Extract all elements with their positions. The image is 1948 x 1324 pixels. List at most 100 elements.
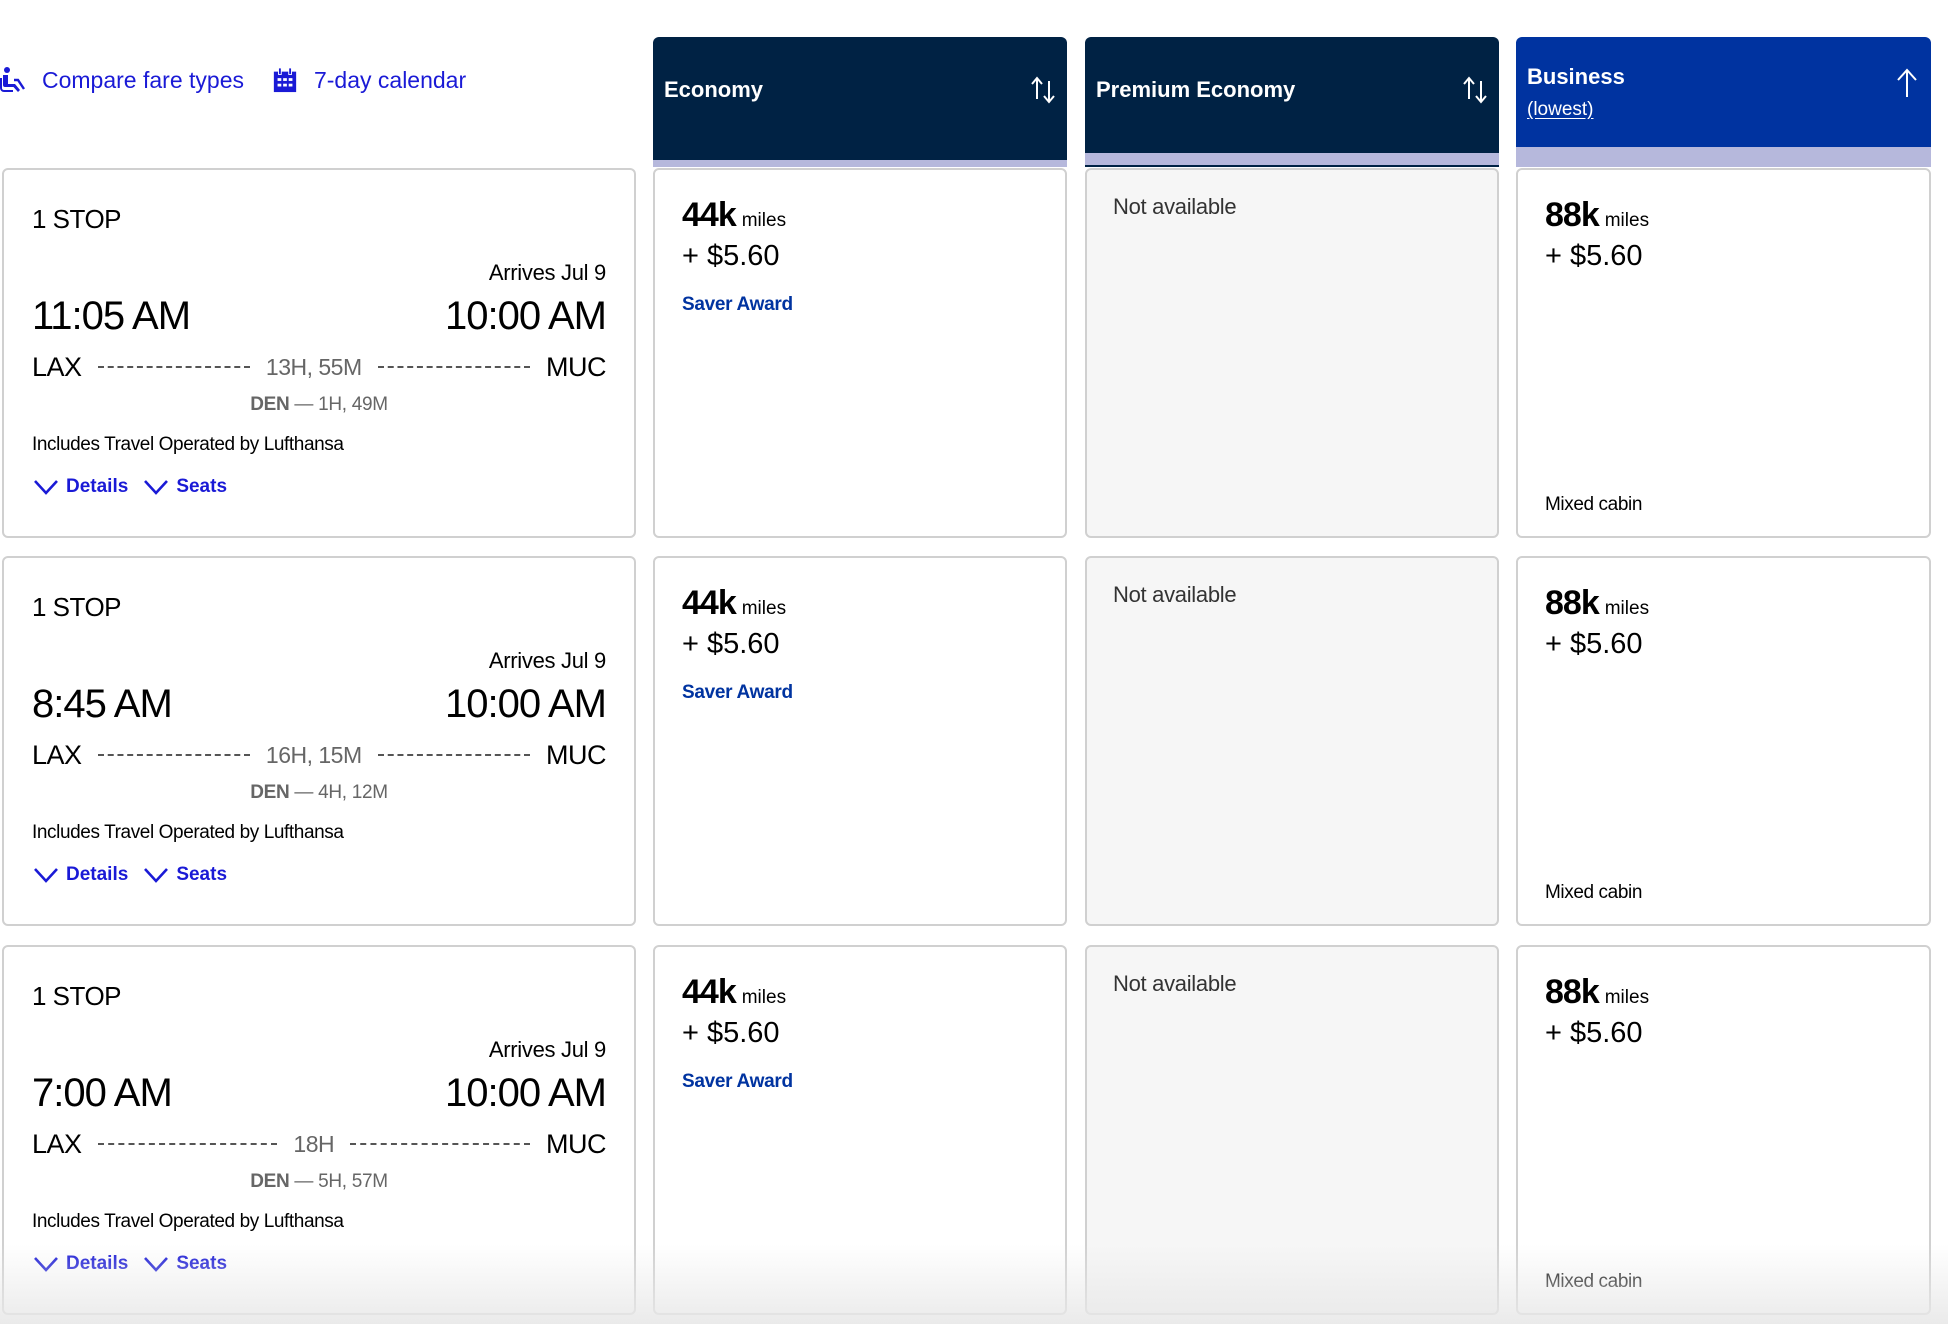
chevron-down-icon xyxy=(34,480,58,495)
sort-both-icon[interactable] xyxy=(1029,73,1057,107)
fare-cell-economy[interactable]: 44k miles + $5.60 Saver Award xyxy=(653,556,1067,926)
compare-fare-types-label: Compare fare types xyxy=(42,66,244,93)
flight-row: 1 STOP Arrives Jul 9 8:45 AM 10:00 AM LA… xyxy=(0,556,1948,926)
arrival-time: 10:00 AM xyxy=(444,682,607,726)
fare-taxes: + $5.60 xyxy=(682,1017,780,1049)
header-band xyxy=(1516,147,1931,167)
miles-unit: miles xyxy=(1604,210,1650,231)
seats-label: Seats xyxy=(176,1253,228,1274)
header-body: Premium Economy xyxy=(1085,37,1499,153)
departure-time: 8:45 AM xyxy=(32,682,173,726)
destination-airport: MUC xyxy=(546,1128,607,1159)
column-title: Business xyxy=(1527,64,1625,89)
arrival-time: 10:00 AM xyxy=(444,1071,607,1115)
flight-duration: 16H, 15M xyxy=(265,741,362,768)
header-body: Economy xyxy=(653,37,1067,160)
layover-airport: DEN xyxy=(250,394,290,415)
origin-airport: LAX xyxy=(32,351,82,382)
miles-amount: 88k xyxy=(1545,584,1600,622)
seven-day-calendar-link[interactable]: 7-day calendar xyxy=(272,66,466,94)
layover-info: DEN — 5H, 57M xyxy=(4,1171,634,1193)
fare-cell-business[interactable]: 88k miles + $5.60 Mixed cabin xyxy=(1516,168,1931,538)
fare-miles: 88k miles xyxy=(1545,973,1649,1012)
saver-award-label: Saver Award xyxy=(682,294,793,315)
mixed-cabin-note: Mixed cabin xyxy=(1545,1271,1642,1292)
fare-cell-economy[interactable]: 44k miles + $5.60 Saver Award xyxy=(653,168,1067,538)
fare-miles: 88k miles xyxy=(1545,584,1649,623)
route-line: LAX 13H, 55M MUC xyxy=(32,350,607,384)
not-available-label: Not available xyxy=(1113,582,1237,607)
details-toggle[interactable]: Details xyxy=(32,1253,128,1275)
column-header-business[interactable]: Business (lowest) xyxy=(1516,37,1931,167)
miles-amount: 44k xyxy=(682,584,737,622)
column-title: Economy xyxy=(664,77,764,102)
destination-airport: MUC xyxy=(546,739,607,770)
layover-info: DEN — 4H, 12M xyxy=(4,782,634,804)
layover-airport: DEN xyxy=(250,1171,290,1192)
fare-taxes: + $5.60 xyxy=(1545,628,1643,660)
mixed-cabin-note: Mixed cabin xyxy=(1545,494,1642,515)
fare-miles: 44k miles xyxy=(682,584,786,623)
miles-amount: 44k xyxy=(682,973,737,1011)
departure-time: 7:00 AM xyxy=(32,1071,173,1115)
card-actions: Details Seats xyxy=(32,864,227,886)
sort-both-icon[interactable] xyxy=(1461,73,1489,107)
fare-cell-premium-economy: Not available xyxy=(1085,168,1499,538)
flight-duration: 13H, 55M xyxy=(265,353,362,380)
flight-card: 1 STOP Arrives Jul 9 8:45 AM 10:00 AM LA… xyxy=(2,556,636,926)
stops-label: 1 STOP xyxy=(32,204,122,234)
fare-cell-business[interactable]: 88k miles + $5.60 Mixed cabin xyxy=(1516,945,1931,1315)
chevron-down-icon xyxy=(144,868,169,883)
mixed-cabin-note: Mixed cabin xyxy=(1545,882,1642,903)
layover-info: DEN — 1H, 49M xyxy=(4,394,634,416)
route-dash xyxy=(377,754,531,756)
flight-card: 1 STOP Arrives Jul 9 11:05 AM 10:00 AM L… xyxy=(2,168,636,538)
chevron-down-icon xyxy=(34,1257,58,1272)
destination-airport: MUC xyxy=(546,351,607,382)
seats-label: Seats xyxy=(176,476,228,497)
lowest-link[interactable]: (lowest) xyxy=(1527,99,1594,121)
operated-by: Includes Travel Operated by Lufthansa xyxy=(32,822,344,843)
arrival-date: Arrives Jul 9 xyxy=(488,648,606,673)
seven-day-calendar-label: 7-day calendar xyxy=(313,66,467,93)
flight-card: 1 STOP Arrives Jul 9 7:00 AM 10:00 AM LA… xyxy=(2,945,636,1315)
details-toggle[interactable]: Details xyxy=(32,864,128,886)
layover-duration: — 1H, 49M xyxy=(294,394,388,415)
fare-taxes: + $5.60 xyxy=(682,240,780,272)
saver-award-label: Saver Award xyxy=(682,1071,793,1092)
miles-unit: miles xyxy=(1604,598,1650,619)
not-available-label: Not available xyxy=(1113,194,1237,219)
chevron-down-icon xyxy=(144,480,169,495)
miles-amount: 88k xyxy=(1545,196,1600,234)
arrival-date: Arrives Jul 9 xyxy=(488,1037,606,1062)
route-dash xyxy=(377,366,531,368)
miles-amount: 44k xyxy=(682,196,737,234)
route-line: LAX 18H MUC xyxy=(32,1127,607,1161)
seats-toggle[interactable]: Seats xyxy=(142,864,227,886)
toolbar-links: Compare fare types 7-day calendar xyxy=(0,62,466,98)
chevron-down-icon xyxy=(144,1257,169,1272)
route-line: LAX 16H, 15M MUC xyxy=(32,738,607,772)
fare-cell-economy[interactable]: 44k miles + $5.60 Saver Award xyxy=(653,945,1067,1315)
column-header-premium-economy[interactable]: Premium Economy xyxy=(1085,37,1499,167)
not-available-label: Not available xyxy=(1113,971,1237,996)
flight-duration: 18H xyxy=(293,1130,335,1157)
details-toggle[interactable]: Details xyxy=(32,476,128,498)
fare-miles: 88k miles xyxy=(1545,196,1649,235)
route-dash xyxy=(97,1143,278,1145)
seat-icon xyxy=(0,66,28,94)
compare-fare-types-link[interactable]: Compare fare types xyxy=(0,66,244,94)
miles-unit: miles xyxy=(1604,987,1650,1008)
fare-cell-business[interactable]: 88k miles + $5.60 Mixed cabin xyxy=(1516,556,1931,926)
seats-toggle[interactable]: Seats xyxy=(142,1253,227,1275)
arrival-time: 10:00 AM xyxy=(444,294,607,338)
column-header-economy[interactable]: Economy xyxy=(653,37,1067,167)
route-dash xyxy=(97,754,250,756)
flight-row: 1 STOP Arrives Jul 9 7:00 AM 10:00 AM LA… xyxy=(0,945,1948,1315)
sort-up-icon[interactable] xyxy=(1893,67,1921,101)
card-actions: Details Seats xyxy=(32,1253,227,1275)
seats-toggle[interactable]: Seats xyxy=(142,476,227,498)
fare-cell-premium-economy: Not available xyxy=(1085,945,1499,1315)
operated-by: Includes Travel Operated by Lufthansa xyxy=(32,434,344,455)
stops-label: 1 STOP xyxy=(32,981,122,1011)
